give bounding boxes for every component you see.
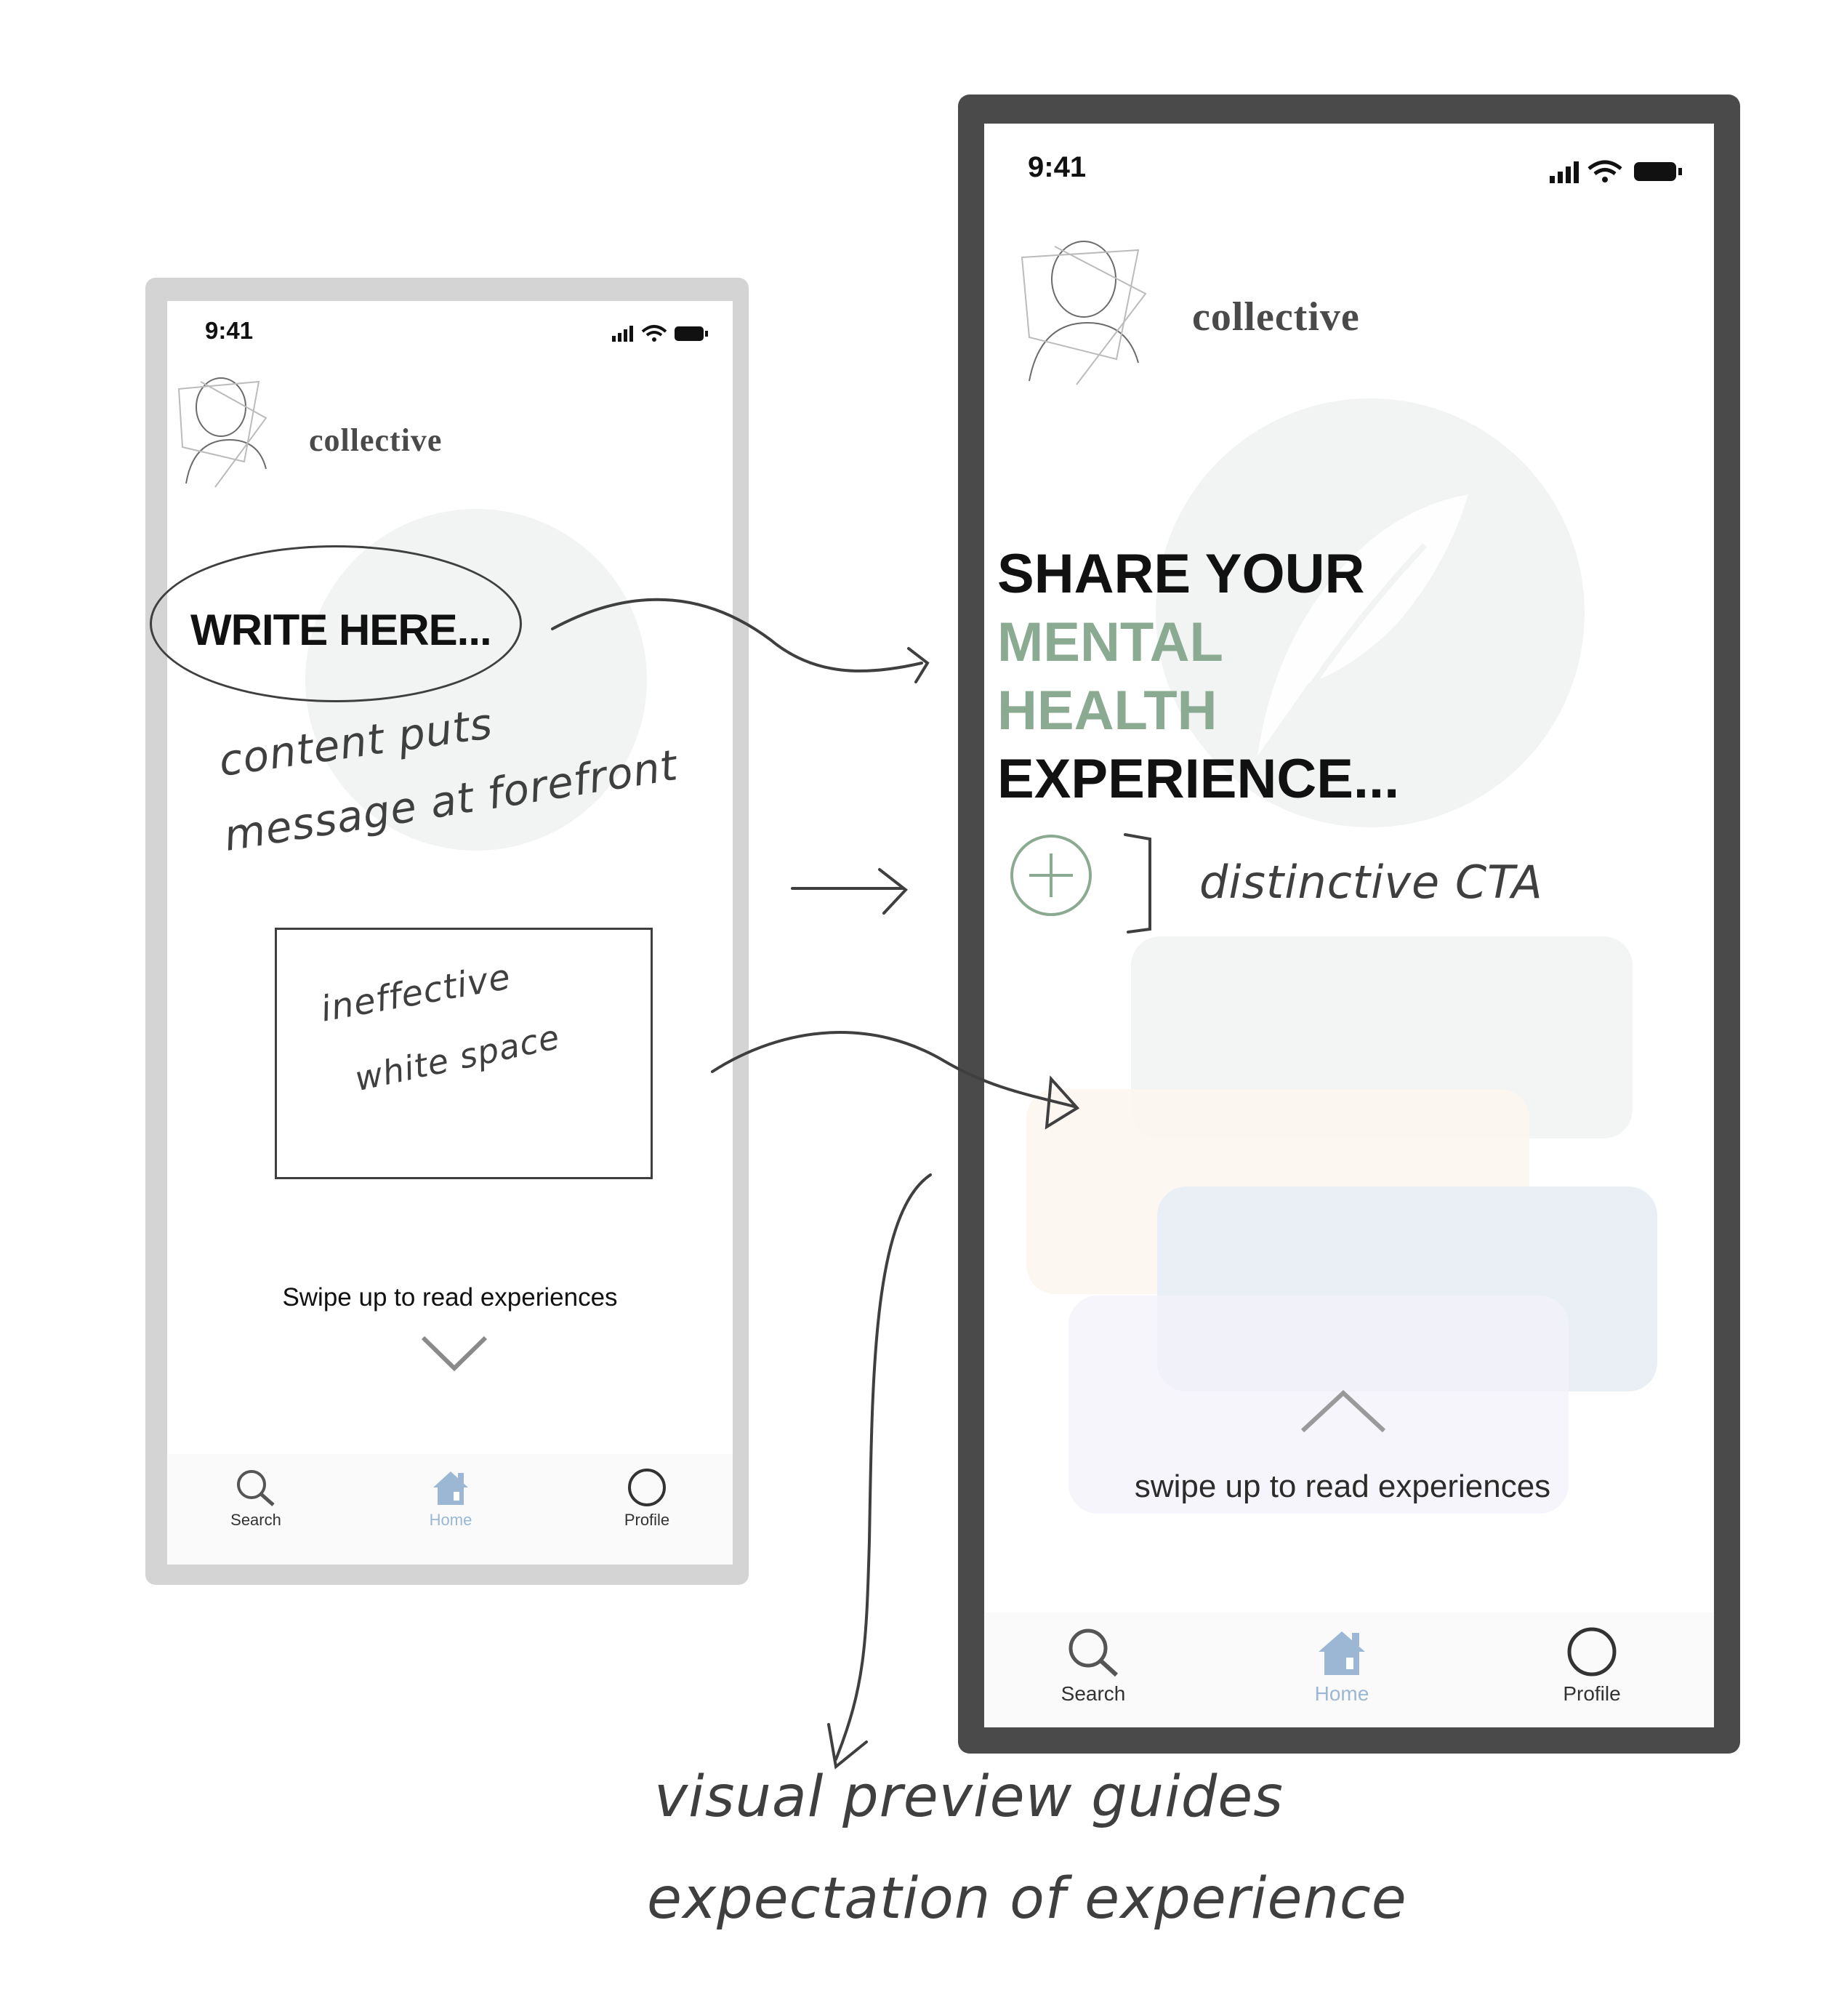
annotation-arrows [551,598,1151,1770]
